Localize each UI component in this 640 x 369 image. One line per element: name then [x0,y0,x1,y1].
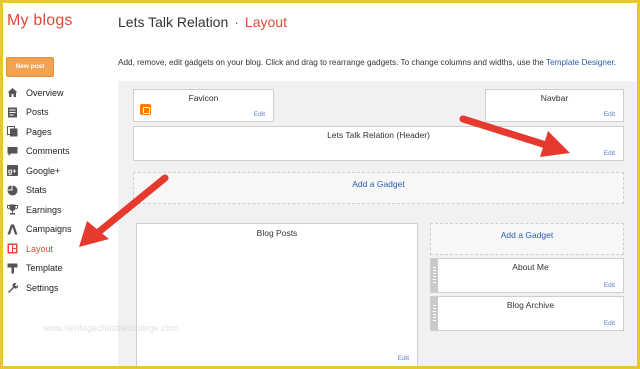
sidebar-item-label: Posts [26,107,49,118]
sidebar-item-campaigns[interactable]: Campaigns [7,220,72,240]
sidebar-item-label: Settings [26,282,59,293]
sidebar-item-pages[interactable]: Pages [7,122,72,142]
my-blogs-link[interactable]: My blogs [7,12,73,30]
annotation-arrow-left [79,174,169,247]
current-page-name: Layout [244,14,287,30]
about-me-edit-link[interactable]: Edit [604,282,615,289]
trophy-icon [7,204,18,215]
blog-posts-edit-link[interactable]: Edit [398,355,409,362]
header-edit-link[interactable]: Edit [604,150,615,157]
sidebar-item-label: Stats [26,185,47,196]
description-text: Add, remove, edit gadgets on your blog. … [118,58,546,67]
sidebar-item-layout[interactable]: Layout [7,239,72,259]
favicon-gadget[interactable]: Favicon Edit [133,89,274,122]
campaigns-icon [7,224,18,235]
annotation-arrow-right [459,115,570,157]
sidebar-item-earnings[interactable]: Earnings [7,200,72,220]
blog-archive-gadget[interactable]: Blog Archive Edit [430,296,624,331]
blog-posts-gadget[interactable]: Blog Posts Edit [136,223,418,366]
sidebar-item-settings[interactable]: Settings [7,278,72,298]
pages-icon [7,126,18,137]
new-post-button[interactable]: New post [6,57,54,77]
sidebar-item-label: Template [26,263,63,274]
blog-name: Lets Talk Relation [118,14,229,30]
add-gadget-side-button[interactable]: Add a Gadget [430,223,624,255]
layout-description: Add, remove, edit gadgets on your blog. … [118,58,616,67]
sidebar-item-label: Overview [26,87,64,98]
sidebar-item-google-plus[interactable]: g+ Google+ [7,161,72,181]
sidebar-nav: Overview Posts Pages Comments g+ Google+ [7,83,72,298]
posts-icon [7,107,18,118]
home-icon [7,87,18,98]
sidebar-item-label: Comments [26,146,70,157]
gadget-title: Blog Posts [256,228,298,238]
template-icon [7,263,18,274]
navbar-edit-link[interactable]: Edit [604,111,615,118]
gadget-title: Blog Archive [506,300,555,310]
gadget-title: Navbar [540,93,569,103]
about-me-gadget[interactable]: About Me Edit [430,258,624,293]
sidebar-item-label: Earnings [26,204,62,215]
wrench-icon [7,282,18,294]
gadget-title: Favicon [188,93,219,103]
sidebar-item-label: Layout [26,243,54,254]
sidebar-item-label: Google+ [26,165,61,176]
template-designer-link[interactable]: Template Designer [546,58,614,67]
sidebar-item-label: Campaigns [26,224,72,235]
sidebar-item-template[interactable]: Template [7,259,72,279]
gadget-title: About Me [512,262,549,272]
drag-handle[interactable] [431,259,438,292]
sidebar-item-posts[interactable]: Posts [7,103,72,123]
title-separator: · [234,14,239,30]
watermark-text: www.heritagechristiancollege.com [43,323,179,333]
google-plus-icon: g+ [7,165,18,177]
sidebar-item-overview[interactable]: Overview [7,83,72,103]
screenshot-frame: My blogs Lets Talk Relation · Layout New p… [3,3,637,366]
drag-handle[interactable] [431,297,438,330]
sidebar-item-label: Pages [26,126,52,137]
description-end: . [613,58,617,67]
svg-text:g+: g+ [8,169,16,176]
blogger-icon [140,104,151,115]
comments-icon [7,146,18,157]
favicon-edit-link[interactable]: Edit [254,111,265,118]
stats-icon [7,185,18,196]
sidebar-item-stats[interactable]: Stats [7,181,72,201]
page-title: Lets Talk Relation · Layout [118,14,287,30]
add-gadget-top-button[interactable]: Add a Gadget [133,172,624,204]
layout-icon [7,243,18,254]
sidebar-item-comments[interactable]: Comments [7,142,72,162]
blog-archive-edit-link[interactable]: Edit [604,320,615,327]
